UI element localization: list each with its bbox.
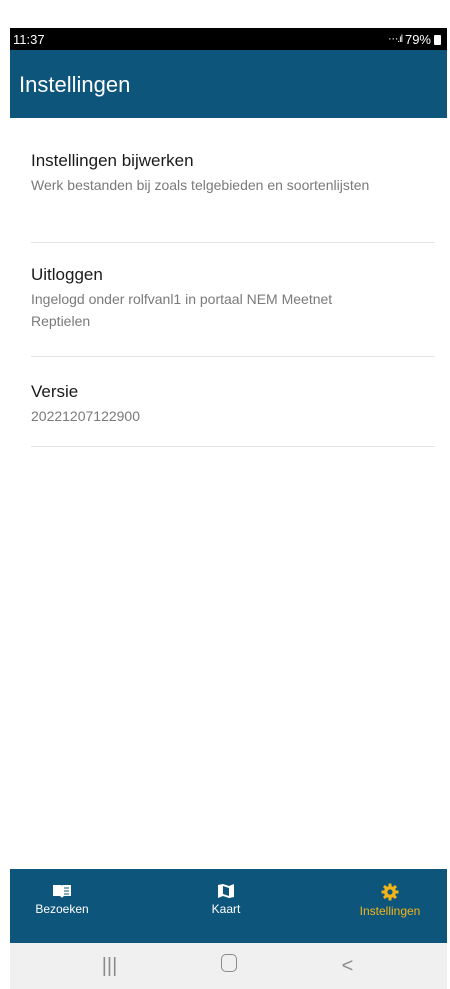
settings-item-title: Uitloggen — [31, 265, 103, 284]
settings-list: Instellingen bijwerken Werk bestanden bi… — [10, 118, 447, 447]
page-title: Instellingen — [19, 72, 131, 97]
phone-screen: 11:37 ⋯.ıl 79% Instellingen Instellingen… — [10, 28, 447, 989]
gear-icon — [381, 883, 399, 901]
system-navigation-bar: ||| < — [10, 943, 447, 989]
nav-label: Kaart — [211, 902, 241, 916]
settings-item-title: Versie — [31, 382, 79, 401]
nav-item-instellingen[interactable]: Instellingen — [308, 869, 447, 943]
nav-item-bezoeken[interactable]: Bezoeken — [10, 869, 144, 943]
book-icon — [53, 885, 71, 898]
nav-label: Bezoeken — [35, 902, 89, 916]
nav-item-kaart[interactable]: Kaart — [144, 869, 308, 943]
recents-icon[interactable]: ||| — [90, 955, 130, 978]
settings-item-version: Versie 20221207122900 — [31, 357, 435, 447]
map-icon — [218, 884, 234, 898]
home-icon[interactable] — [209, 954, 249, 978]
battery-percentage: 79% — [404, 32, 431, 47]
settings-item-update[interactable]: Instellingen bijwerken Werk bestanden bi… — [31, 118, 435, 243]
settings-item-description: Ingelogd onder rolfvanl1 in portaal NEM … — [31, 291, 333, 329]
nav-label: Instellingen — [359, 904, 421, 918]
signal-icon: ⋯.ıl — [388, 34, 403, 45]
battery-icon — [434, 34, 441, 45]
settings-item-logout[interactable]: Uitloggen Ingelogd onder rolfvanl1 in po… — [31, 243, 435, 357]
back-icon[interactable]: < — [328, 955, 368, 978]
app-header: Instellingen — [10, 50, 447, 118]
status-time: 11:37 — [13, 32, 45, 47]
version-number: 20221207122900 — [31, 408, 141, 424]
settings-item-title: Instellingen bijwerken — [31, 151, 194, 170]
status-indicators: ⋯.ıl 79% — [388, 32, 441, 47]
status-bar: 11:37 ⋯.ıl 79% — [10, 28, 447, 50]
bottom-navigation: Bezoeken Kaart Instellingen — [10, 869, 447, 943]
settings-item-description: Werk bestanden bij zoals telgebieden en … — [31, 177, 370, 193]
